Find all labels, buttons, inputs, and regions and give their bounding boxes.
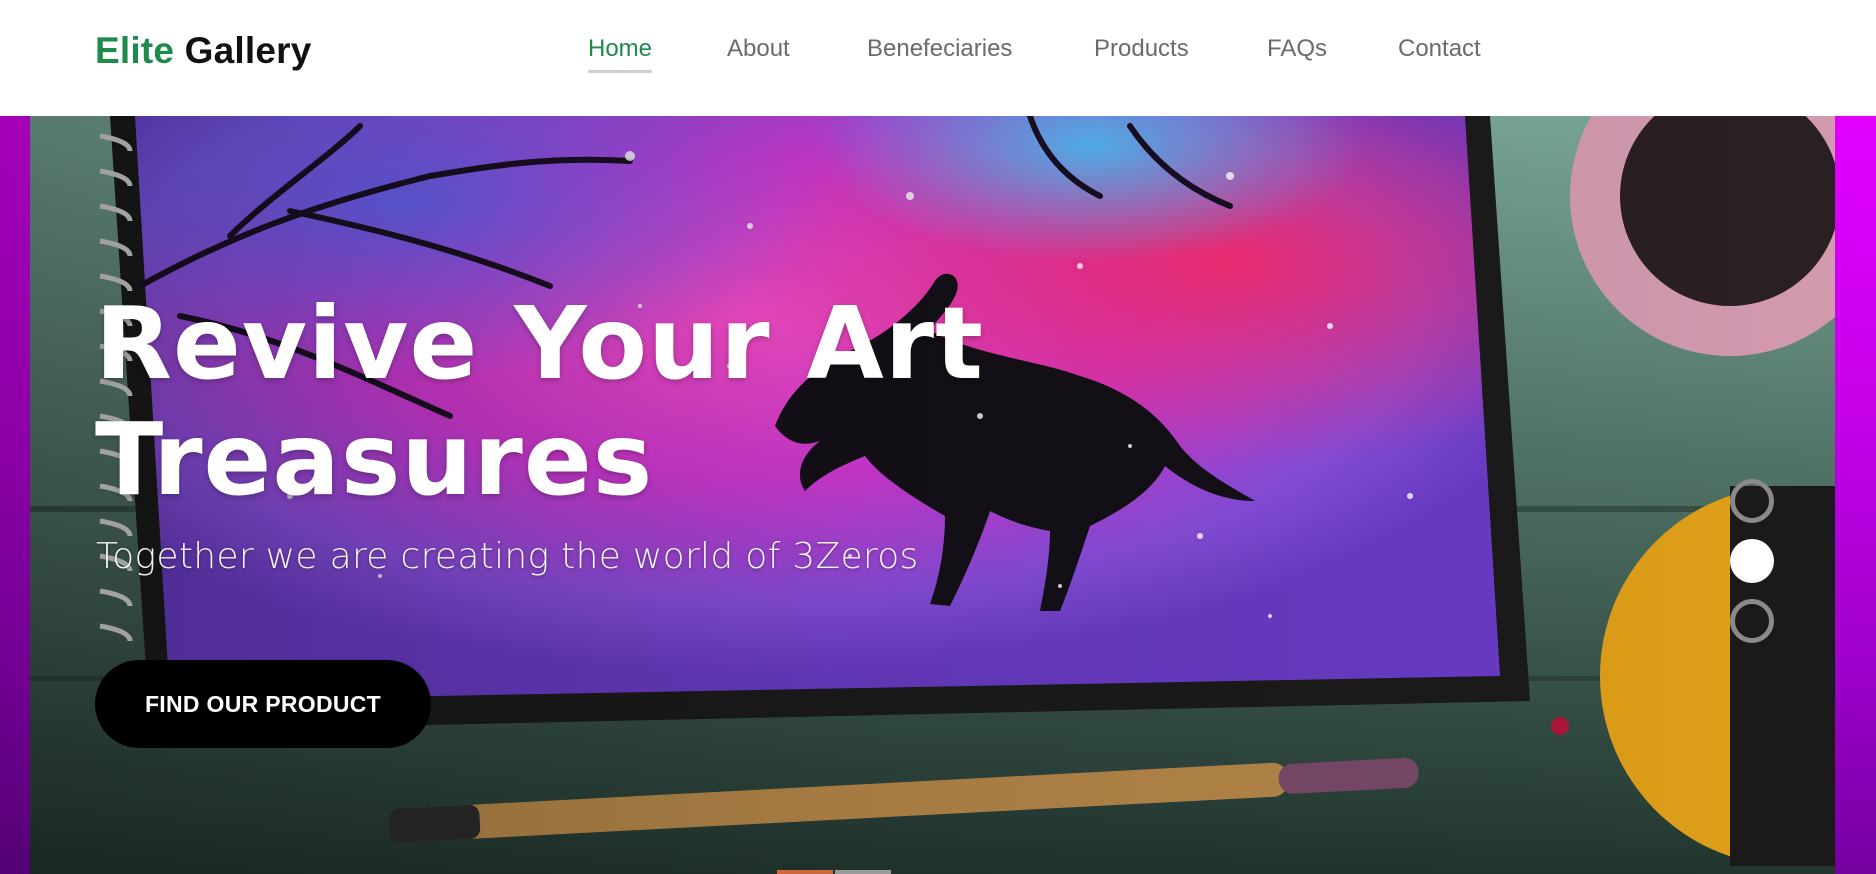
brand-logo[interactable]: Elite Gallery bbox=[95, 30, 312, 72]
carousel-indicators bbox=[1730, 479, 1774, 649]
site-header: Elite Gallery Home About Benefeciaries P… bbox=[0, 0, 1876, 116]
carousel-dot-1-icon[interactable] bbox=[1730, 479, 1774, 523]
nav-item-about[interactable]: About bbox=[727, 35, 790, 71]
find-our-product-button[interactable]: FIND OUR PRODUCT bbox=[95, 660, 431, 748]
nav-item-products[interactable]: Products bbox=[1094, 35, 1189, 71]
bottom-indicator-inactive bbox=[835, 870, 891, 874]
hero-title-line-1: Revive Your Art bbox=[95, 285, 984, 402]
nav-item-home[interactable]: Home bbox=[588, 35, 653, 73]
nav-item-faqs[interactable]: FAQs bbox=[1267, 35, 1327, 71]
carousel-dot-2-icon[interactable] bbox=[1730, 539, 1774, 583]
carousel-dot-3-icon[interactable] bbox=[1730, 599, 1774, 643]
brand-rest-text: Gallery bbox=[174, 30, 312, 71]
bottom-scroll-indicator bbox=[777, 870, 891, 874]
hero-title-line-2: Treasures bbox=[95, 401, 654, 518]
brand-accent-text: Elite bbox=[95, 30, 175, 71]
bottom-indicator-active bbox=[777, 870, 833, 874]
hero-carousel: Revive Your Art Treasures Together we ar… bbox=[0, 116, 1876, 874]
hero-title: Revive Your Art Treasures bbox=[95, 286, 995, 518]
nav-item-contact[interactable]: Contact bbox=[1398, 35, 1481, 71]
hero-subtitle: Together we are creating the world of 3Z… bbox=[96, 536, 919, 577]
nav-item-benefeciaries[interactable]: Benefeciaries bbox=[867, 35, 1012, 71]
